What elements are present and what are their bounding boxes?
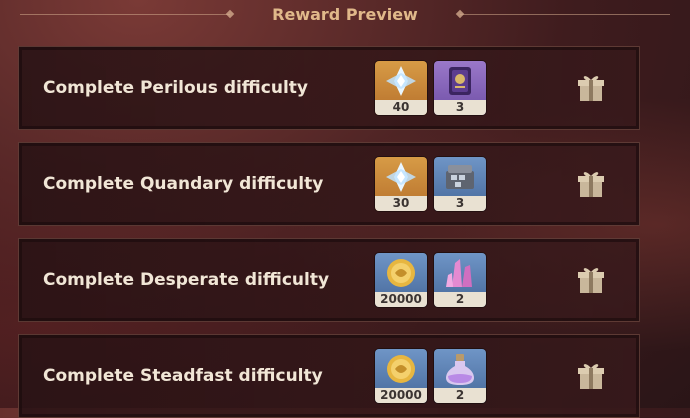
reward-item-ore[interactable]: 3 bbox=[434, 157, 486, 211]
reward-quantity: 30 bbox=[375, 196, 427, 211]
reward-quantity: 40 bbox=[375, 100, 427, 115]
header-divider-right bbox=[460, 14, 670, 15]
reward-quantity: 2 bbox=[434, 388, 486, 403]
reward-quantity: 3 bbox=[434, 196, 486, 211]
header-divider-left bbox=[20, 14, 230, 15]
mystic-enhancement-ore-icon bbox=[446, 165, 474, 189]
row-label: Complete Steadfast difficulty bbox=[43, 366, 323, 386]
primogem-icon bbox=[386, 162, 416, 192]
crystal-chunk-icon bbox=[446, 259, 472, 287]
page-title: Reward Preview bbox=[272, 4, 418, 24]
mora-icon bbox=[387, 355, 415, 383]
reward-quantity: 3 bbox=[434, 100, 486, 115]
heros-wit-book-icon bbox=[449, 67, 471, 95]
row-label: Complete Desperate difficulty bbox=[43, 270, 330, 290]
row-label: Complete Quandary difficulty bbox=[43, 174, 324, 194]
gift-icon[interactable] bbox=[577, 73, 605, 103]
reward-item-mora[interactable]: 20000 bbox=[375, 349, 427, 403]
gift-icon[interactable] bbox=[577, 361, 605, 391]
gift-icon[interactable] bbox=[577, 169, 605, 199]
reward-row-quandary[interactable]: Complete Quandary difficulty 30 3 bbox=[18, 142, 640, 226]
potion-icon bbox=[446, 354, 474, 385]
reward-item-crystal[interactable]: 2 bbox=[434, 253, 486, 307]
reward-quantity: 2 bbox=[434, 292, 486, 307]
reward-quantity: 20000 bbox=[375, 292, 427, 307]
mora-icon bbox=[387, 259, 415, 287]
reward-item-primogem[interactable]: 40 bbox=[375, 61, 427, 115]
primogem-icon bbox=[386, 66, 416, 96]
reward-row-steadfast[interactable]: Complete Steadfast difficulty 20000 2 bbox=[18, 334, 640, 418]
reward-preview-header: Reward Preview bbox=[0, 0, 690, 30]
reward-row-desperate[interactable]: Complete Desperate difficulty 20000 2 bbox=[18, 238, 640, 322]
reward-item-mora[interactable]: 20000 bbox=[375, 253, 427, 307]
gift-icon[interactable] bbox=[577, 265, 605, 295]
reward-item-primogem[interactable]: 30 bbox=[375, 157, 427, 211]
row-label: Complete Perilous difficulty bbox=[43, 78, 308, 98]
reward-item-potion[interactable]: 2 bbox=[434, 349, 486, 403]
reward-quantity: 20000 bbox=[375, 388, 427, 403]
reward-item-book[interactable]: 3 bbox=[434, 61, 486, 115]
reward-row-perilous[interactable]: Complete Perilous difficulty 40 3 bbox=[18, 46, 640, 130]
